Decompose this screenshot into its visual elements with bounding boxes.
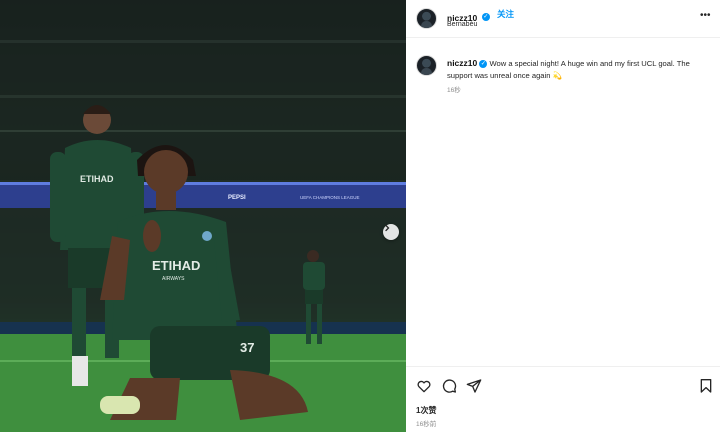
chevron-right-icon (385, 224, 390, 232)
post-header: niczz10 ✓ 关注 Bernabéu ••• (406, 0, 720, 38)
post-actions: 1次赞 16秒前 (406, 366, 720, 432)
caption-body: niczz10 ✓ Wow a special night! A huge wi… (447, 57, 715, 82)
follow-button[interactable]: 关注 (497, 8, 514, 20)
paper-plane-icon (466, 379, 482, 393)
photo-scene: PEPSI UEFA CHAMPIONS LEAGUE ETIHAD ETIHA… (0, 0, 406, 432)
share-button[interactable] (466, 378, 482, 394)
bookmark-icon (700, 379, 712, 393)
save-button[interactable] (698, 378, 714, 394)
jersey-number: 37 (240, 340, 254, 355)
likes-count[interactable]: 1次赞 (416, 405, 436, 416)
led-board-text: UEFA CHAMPIONS LEAGUE (300, 195, 360, 200)
verified-badge-icon: ✓ (481, 12, 490, 21)
post-timestamp: 16秒前 (416, 421, 437, 428)
jersey-sponsor: ETIHAD (152, 258, 200, 273)
led-board-left-text: PEPSI (228, 195, 246, 201)
avatar[interactable] (416, 8, 437, 29)
location-link[interactable]: Bernabéu (447, 21, 477, 28)
post-details: niczz10 ✓ 关注 Bernabéu ••• niczz10 ✓ Wow … (406, 0, 720, 432)
caption-avatar[interactable] (416, 55, 437, 76)
jersey-sponsor-sub: AIRWAYS (162, 276, 185, 282)
caption-username[interactable]: niczz10 (447, 58, 477, 68)
next-photo-button[interactable] (383, 224, 399, 240)
heart-icon (417, 380, 431, 393)
caption-timestamp: 16秒 (447, 87, 461, 94)
caption-verified-badge-icon: ✓ (479, 60, 488, 68)
svg-text:ETIHAD: ETIHAD (80, 174, 114, 184)
more-options-icon[interactable]: ••• (700, 10, 711, 21)
comment-button[interactable] (441, 378, 457, 394)
comment-icon (442, 379, 457, 393)
post-photo: PEPSI UEFA CHAMPIONS LEAGUE ETIHAD ETIHA… (0, 0, 406, 432)
like-button[interactable] (416, 378, 432, 394)
